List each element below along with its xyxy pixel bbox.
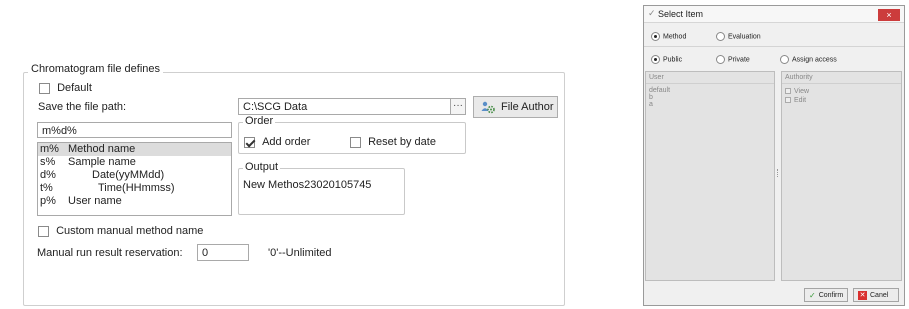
dialog-title-bar[interactable]: ✓ Select Item × (644, 6, 904, 23)
list-item[interactable]: p% User name (38, 195, 231, 208)
user-list[interactable]: User default b a (645, 71, 775, 281)
radio-public[interactable]: Public (651, 55, 682, 64)
radio-private[interactable]: Private (716, 55, 750, 64)
default-checkbox[interactable]: Default (39, 82, 92, 94)
reset-by-date-checkbox-box[interactable] (350, 136, 361, 148)
authority-edit[interactable]: Edit (782, 96, 901, 105)
close-button[interactable]: × (878, 9, 900, 21)
radio-assign-access-label: Assign access (792, 56, 837, 64)
reset-by-date-label: Reset by date (368, 136, 436, 148)
radio-private-dot[interactable] (716, 55, 725, 64)
list-item-desc: Method name (68, 143, 136, 155)
divider (644, 46, 904, 47)
list-item-code: s% (40, 156, 56, 168)
browse-button[interactable]: ··· (451, 98, 466, 115)
custom-manual-label: Custom manual method name (56, 225, 204, 237)
cancel-button[interactable]: ✕ Canel (853, 288, 899, 302)
default-label: Default (57, 82, 92, 94)
list-item-code: t% (40, 182, 53, 194)
radio-evaluation-label: Evaluation (728, 33, 761, 41)
dialog-title: Select Item (658, 9, 704, 19)
list-item[interactable]: t% Time(HHmmss) (38, 182, 231, 195)
add-order-checkbox[interactable]: Add order (244, 136, 310, 148)
authority-view-label: View (794, 88, 810, 95)
radio-method-label: Method (663, 33, 687, 41)
file-author-button[interactable]: File Author (473, 96, 558, 118)
custom-manual-checkbox[interactable]: Custom manual method name (38, 225, 203, 237)
list-item-desc: Date(yyMMdd) (92, 169, 165, 181)
placeholder-list[interactable]: m% Method name s% Sample name d% Date(yyMMd… (37, 142, 232, 216)
authority-edit-label: Edit (794, 97, 807, 104)
confirm-check-icon: ✓ (809, 290, 816, 300)
list-item-desc: Time(HHmmss) (98, 182, 175, 194)
list-item-code: d% (40, 169, 56, 181)
output-title: Output (243, 161, 281, 173)
list-item-desc: Sample name (68, 156, 136, 168)
list-item[interactable]: s% Sample name (38, 156, 231, 169)
save-path-input[interactable]: C:\SCG Data (238, 98, 451, 115)
unlimited-hint: '0'--Unlimited (268, 247, 332, 259)
select-item-dialog: ✓ Select Item × Method Evaluation Public… (643, 5, 905, 306)
list-item[interactable]: m% Method name (38, 143, 231, 156)
list-item[interactable]: b (646, 94, 774, 101)
user-header: User (646, 72, 774, 84)
group-title: Chromatogram file defines (28, 63, 164, 75)
confirm-label: Confirm (818, 291, 844, 299)
filename-pattern-input[interactable]: m%d% (37, 122, 232, 138)
authority-list[interactable]: Authority View Edit (781, 71, 902, 281)
list-item-code: p% (40, 195, 56, 207)
authority-view[interactable]: View (782, 87, 901, 96)
check-icon: ✓ (648, 8, 656, 18)
custom-manual-checkbox-box[interactable] (38, 225, 49, 237)
radio-evaluation[interactable]: Evaluation (716, 32, 761, 41)
list-item[interactable]: default (646, 87, 774, 94)
radio-private-label: Private (728, 56, 750, 64)
save-path-label: Save the file path: (38, 101, 127, 113)
output-value: New Methos23020105745 (243, 179, 372, 191)
radio-assign-access[interactable]: Assign access (780, 55, 837, 64)
radio-public-label: Public (663, 56, 683, 64)
add-order-label: Add order (262, 136, 311, 148)
radio-method-dot[interactable] (651, 32, 660, 41)
splitter-handle[interactable] (777, 169, 778, 177)
reset-by-date-checkbox[interactable]: Reset by date (350, 136, 436, 148)
list-item[interactable]: d% Date(yyMMdd) (38, 169, 231, 182)
radio-public-dot[interactable] (651, 55, 660, 64)
radio-assign-access-dot[interactable] (780, 55, 789, 64)
manual-run-label: Manual run result reservation: (37, 247, 183, 259)
confirm-button[interactable]: ✓ Confirm (804, 288, 848, 302)
manual-run-input[interactable]: 0 (197, 244, 249, 261)
cancel-x-icon: ✕ (858, 290, 867, 300)
users-gear-icon (481, 100, 495, 114)
list-item[interactable]: a (646, 101, 774, 108)
default-checkbox-box[interactable] (39, 82, 50, 94)
radio-evaluation-dot[interactable] (716, 32, 725, 41)
file-author-label: File Author (501, 101, 554, 113)
list-item-desc: User name (68, 195, 122, 207)
list-item-code: m% (40, 143, 59, 155)
output-frame (238, 168, 405, 215)
authority-header: Authority (782, 72, 901, 84)
order-title: Order (243, 115, 276, 127)
radio-method[interactable]: Method (651, 32, 686, 41)
authority-view-checkbox[interactable] (785, 88, 791, 95)
authority-edit-checkbox[interactable] (785, 97, 791, 104)
add-order-checkbox-box[interactable] (244, 136, 255, 148)
cancel-label: Canel (870, 291, 889, 299)
